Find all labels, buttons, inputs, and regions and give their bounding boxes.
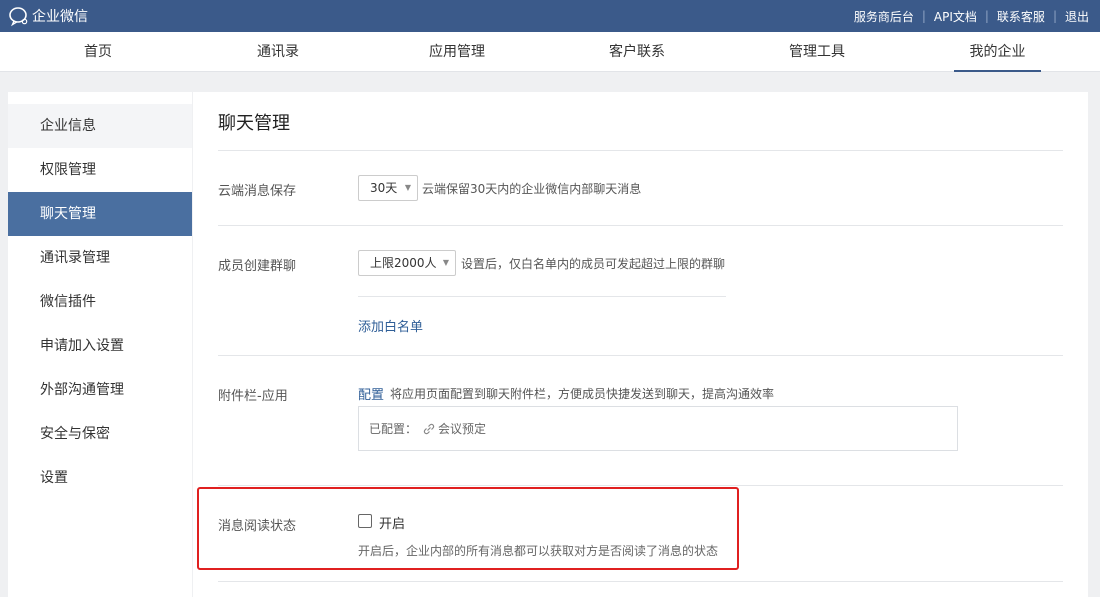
chevron-down-icon: ▼ [404, 183, 411, 192]
divider [218, 581, 1063, 582]
sidebar-item-permissions[interactable]: 权限管理 [8, 148, 192, 192]
group-chat-hint: 设置后，仅白名单内的成员可发起超过上限的群聊 [461, 257, 726, 271]
divider: | [984, 9, 989, 23]
sidebar-item-join-settings[interactable]: 申请加入设置 [8, 324, 192, 368]
configured-apps-box: 已配置： 会议预定 [358, 406, 958, 451]
nav-contacts[interactable]: 通讯录 [248, 32, 308, 72]
read-status-label: 消息阅读状态 [218, 519, 297, 534]
group-chat-limit-select[interactable]: 上限2000人 ▼ [358, 250, 456, 276]
sidebar-item-enterprise-info[interactable]: 企业信息 [8, 104, 192, 148]
sidebar-item-security[interactable]: 安全与保密 [8, 412, 192, 456]
divider [218, 225, 1063, 226]
top-links: 服务商后台 | API文档 | 联系客服 | 退出 [854, 0, 1089, 32]
logo[interactable]: 企业微信 [8, 5, 88, 27]
divider [218, 150, 1063, 151]
configured-label: 已配置： [369, 422, 418, 436]
sidebar-item-chat-management[interactable]: 聊天管理 [8, 192, 192, 236]
main-panel: 聊天管理 云端消息保存 30天 ▼ 云端保留30天内的企业微信内部聊天消息 成员… [193, 92, 1088, 597]
sidebar-item-settings[interactable]: 设置 [8, 456, 192, 500]
cloud-storage-label: 云端消息保存 [218, 184, 297, 199]
app-name: 企业微信 [32, 9, 88, 25]
top-bar: 企业微信 服务商后台 | API文档 | 联系客服 | 退出 [0, 0, 1100, 32]
sidebar-item-wechat-plugin[interactable]: 微信插件 [8, 280, 192, 324]
api-docs-link[interactable]: API文档 [934, 8, 977, 25]
nav-customer-contact[interactable]: 客户联系 [600, 32, 674, 72]
divider [358, 296, 726, 297]
divider [218, 355, 1063, 356]
configure-link[interactable]: 配置 [358, 384, 384, 403]
cloud-storage-hint: 云端保留30天内的企业微信内部聊天消息 [422, 182, 642, 196]
chevron-down-icon: ▼ [442, 258, 449, 267]
group-chat-limit-value: 上限2000人 [370, 256, 437, 270]
sidebar-item-external-communication[interactable]: 外部沟通管理 [8, 368, 192, 412]
read-status-description: 开启后，企业内部的所有消息都可以获取对方是否阅读了消息的状态 [358, 544, 719, 558]
cloud-storage-value: 30天 [370, 181, 398, 195]
sidebar-item-contacts-management[interactable]: 通讯录管理 [8, 236, 192, 280]
nav-app-management[interactable]: 应用管理 [420, 32, 494, 72]
group-chat-label: 成员创建群聊 [218, 259, 297, 274]
nav-home[interactable]: 首页 [68, 32, 128, 72]
nav-management-tools[interactable]: 管理工具 [780, 32, 854, 72]
divider: | [1052, 9, 1057, 23]
divider: | [921, 9, 926, 23]
provider-backend-link[interactable]: 服务商后台 [854, 8, 914, 25]
read-status-checkbox[interactable] [358, 514, 372, 528]
contact-support-link[interactable]: 联系客服 [997, 8, 1045, 25]
logout-link[interactable]: 退出 [1065, 8, 1089, 25]
attachment-bar-hint: 将应用页面配置到聊天附件栏，方便成员快捷发送到聊天，提高沟通效率 [390, 387, 775, 401]
sidebar: 企业信息 权限管理 聊天管理 通讯录管理 微信插件 申请加入设置 外部沟通管理 … [8, 92, 192, 597]
main-nav: 首页 通讯录 应用管理 客户联系 管理工具 我的企业 [0, 32, 1100, 72]
read-status-checkbox-label[interactable]: 开启 [379, 513, 405, 532]
attachment-bar-label: 附件栏-应用 [218, 389, 288, 404]
configured-app[interactable]: 会议预定 [423, 420, 486, 437]
add-whitelist-link[interactable]: 添加白名单 [358, 316, 423, 335]
cloud-storage-select[interactable]: 30天 ▼ [358, 175, 418, 201]
wework-logo-icon [9, 7, 28, 27]
link-icon [423, 423, 435, 434]
nav-my-enterprise[interactable]: 我的企业 [954, 32, 1041, 72]
page-title: 聊天管理 [218, 113, 290, 134]
divider [218, 485, 1063, 486]
configured-app-name: 会议预定 [438, 422, 487, 436]
